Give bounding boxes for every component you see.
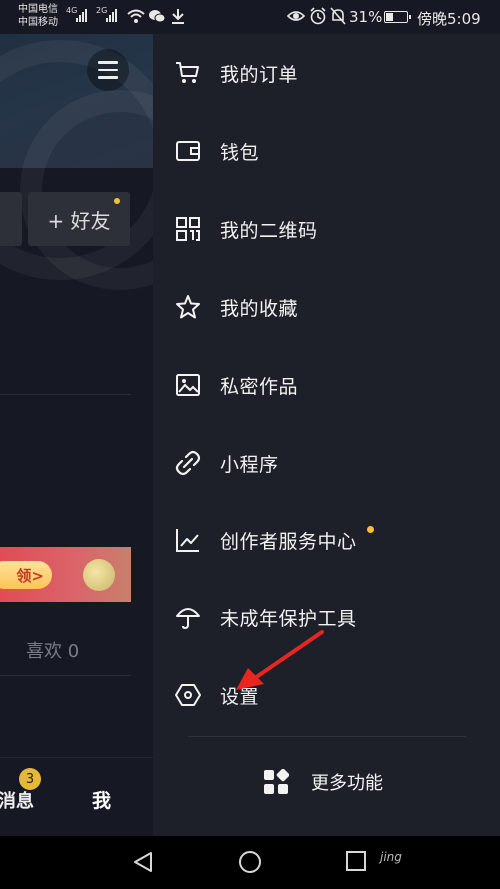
- new-indicator-dot: [367, 526, 374, 533]
- mute-bell-icon: [330, 7, 346, 25]
- image-icon: [176, 374, 200, 396]
- eye-icon: [287, 11, 305, 21]
- menu-item-label: 创作者服务中心: [220, 530, 357, 553]
- status-bar: 中国电信 中国移动 4G 2G 31% 傍晚5:09: [0, 0, 500, 34]
- carrier-name-1: 中国电信: [18, 4, 58, 15]
- side-drawer: 我的订单 钱包 我的二维码 我的收藏 私密作品 小程序 创作者服务中心 未成年保…: [153, 34, 500, 836]
- cart-icon: [176, 62, 199, 83]
- menu-item-label: 我的订单: [220, 63, 299, 86]
- wifi-icon: [127, 9, 145, 23]
- menu-item-creator-center[interactable]: 创作者服务中心: [153, 510, 500, 570]
- menu-item-label: 私密作品: [220, 375, 299, 398]
- menu-item-label: 小程序: [220, 453, 279, 476]
- wallet-icon: [176, 141, 200, 161]
- menu-item-label: 钱包: [220, 141, 260, 164]
- edit-profile-button[interactable]: [0, 192, 22, 246]
- battery-icon: [384, 11, 411, 23]
- alarm-icon: [310, 7, 326, 25]
- add-friend-label: + 好友: [47, 208, 111, 233]
- claim-button[interactable]: 领>: [0, 561, 52, 589]
- grid-apps-icon: [264, 769, 289, 794]
- menu-item-orders[interactable]: 我的订单: [153, 43, 500, 103]
- signal-bars-2-icon: [106, 8, 117, 22]
- battery-percentage: 31%: [349, 8, 383, 26]
- annotation-arrow-icon: [236, 630, 324, 690]
- umbrella-icon: [176, 608, 200, 630]
- link-icon: [175, 450, 201, 476]
- menu-item-label: 我的收藏: [220, 297, 299, 320]
- menu-item-qr-code[interactable]: 我的二维码: [153, 199, 500, 259]
- coin-icon: [83, 559, 115, 591]
- new-indicator-dot: [114, 198, 120, 204]
- menu-item-favorites[interactable]: 我的收藏: [153, 277, 500, 337]
- divider: [0, 675, 131, 676]
- add-friend-button[interactable]: + 好友: [28, 192, 130, 246]
- menu-item-label: 未成年保护工具: [220, 607, 357, 630]
- recent-apps-icon[interactable]: [345, 850, 367, 872]
- tab-me[interactable]: 我: [92, 786, 111, 813]
- menu-item-mini-programs[interactable]: 小程序: [153, 433, 500, 493]
- chart-icon: [176, 529, 199, 552]
- promo-banner[interactable]: 领>: [0, 547, 131, 602]
- tab-likes[interactable]: 喜欢 0: [26, 637, 79, 663]
- signal-bars-1-icon: [76, 8, 87, 22]
- hexagon-settings-icon: [175, 684, 201, 706]
- menu-item-label: 我的二维码: [220, 219, 318, 242]
- more-features-button[interactable]: 更多功能: [263, 769, 383, 795]
- watermark: jing: [380, 850, 402, 864]
- more-features-label: 更多功能: [311, 773, 383, 794]
- home-icon[interactable]: [238, 850, 262, 874]
- messages-badge: 3: [19, 768, 41, 790]
- tab-messages[interactable]: 消息: [0, 787, 34, 813]
- hamburger-menu-icon[interactable]: [87, 49, 129, 91]
- download-icon: [172, 9, 184, 24]
- divider: [188, 736, 466, 737]
- carrier-name-2: 中国移动: [18, 17, 58, 28]
- wechat-icon: [149, 10, 166, 23]
- back-icon[interactable]: [132, 850, 154, 874]
- divider: [0, 394, 131, 395]
- system-navigation-bar: [0, 836, 500, 889]
- qr-code-icon: [176, 217, 200, 241]
- profile-page-background: + 好友 领> 喜欢 0 消息 3 我: [0, 0, 153, 836]
- menu-item-wallet[interactable]: 钱包: [153, 121, 500, 181]
- status-time: 傍晚5:09: [417, 10, 481, 28]
- menu-item-private-works[interactable]: 私密作品: [153, 355, 500, 415]
- star-icon: [176, 295, 200, 319]
